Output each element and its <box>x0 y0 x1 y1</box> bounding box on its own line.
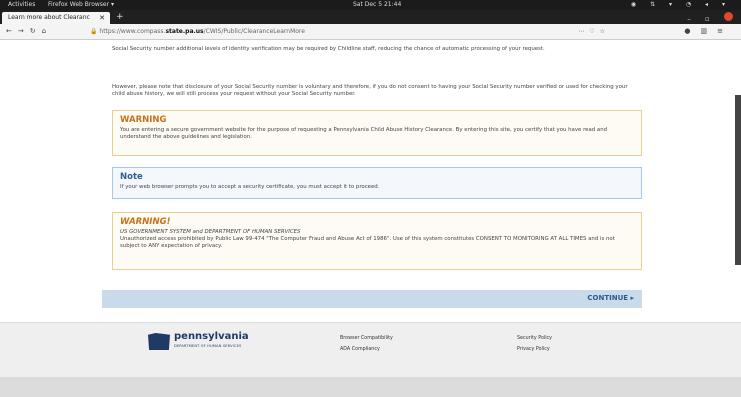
page-footer: pennsylvania DEPARTMENT OF HUMAN SERVICE… <box>0 322 741 377</box>
government-warning-title: WARNING! <box>120 217 171 227</box>
continue-bar: CONTINUE ▸ <box>102 290 642 308</box>
ssn-voluntary-paragraph: However, please note that disclosure of … <box>112 84 628 97</box>
logo-subtitle: DEPARTMENT OF HUMAN SERVICES <box>174 344 242 348</box>
minimize-icon[interactable]: – <box>687 15 697 23</box>
close-tab-icon[interactable]: ✕ <box>99 12 105 24</box>
new-tab-icon[interactable]: + <box>116 11 124 23</box>
window-controls: – ▫ <box>687 12 733 23</box>
forward-icon[interactable]: → <box>18 27 30 35</box>
system-clock[interactable]: Sat Dec 5 21:44 <box>353 0 401 10</box>
privacy-policy-link[interactable]: Privacy Policy <box>517 347 550 352</box>
tab-bar: Learn more about Clearanc ✕ + – ▫ <box>0 10 741 24</box>
url-prefix: https://www.compass. <box>99 28 166 35</box>
bookmark-star-icon[interactable]: ☆ <box>600 28 610 35</box>
account-icon[interactable]: ● <box>684 27 700 35</box>
activities-button[interactable]: Activities <box>8 0 35 10</box>
browser-tab[interactable]: Learn more about Clearanc ✕ <box>2 12 110 24</box>
url-domain: state.pa.us <box>165 28 204 35</box>
pocket-icon[interactable]: ♡ <box>589 28 599 35</box>
app-menu[interactable]: Firefox Web Browser ▾ <box>48 0 114 10</box>
note-text: If your web browser prompts you to accep… <box>120 184 380 190</box>
page-bottom-strip <box>0 377 741 397</box>
nav-buttons: ←→↻⌂ <box>6 27 52 35</box>
maximize-icon[interactable]: ▫ <box>705 15 716 23</box>
ssn-paragraph: Social Security number additional levels… <box>112 46 545 52</box>
url-bar[interactable]: 🔒 https://www.compass.state.pa.us/CWIS/P… <box>90 26 610 38</box>
menu-icon[interactable]: ≡ <box>717 27 733 35</box>
system-top-bar: Activities Firefox Web Browser ▾ Sat Dec… <box>0 0 741 10</box>
back-icon[interactable]: ← <box>6 27 18 35</box>
window-close-icon[interactable] <box>724 12 733 21</box>
system-tray[interactable]: ◉ ⇅ ▾ ◔ ◂ ▾ <box>631 0 731 10</box>
url-path: /CWIS/Public/ClearanceLearnMore <box>203 28 305 35</box>
ada-compliancy-link[interactable]: ADA Compliancy <box>340 347 380 352</box>
government-warning-text: Unauthorized access prohibited by Public… <box>120 236 615 249</box>
lock-icon: 🔒 <box>90 28 98 35</box>
note-box: Note If your web browser prompts you to … <box>112 167 642 199</box>
note-title: Note <box>120 172 143 182</box>
logo-text: pennsylvania <box>174 331 249 342</box>
page-actions-icon[interactable]: ⋯ <box>578 28 589 35</box>
security-policy-link[interactable]: Security Policy <box>517 336 552 341</box>
browser-compatibility-link[interactable]: Browser Compatibility <box>340 336 393 341</box>
reload-icon[interactable]: ↻ <box>30 27 42 35</box>
government-warning-subtitle: US GOVERNMENT SYSTEM and DEPARTMENT OF H… <box>120 229 301 235</box>
tab-title: Learn more about Clearanc <box>8 14 90 21</box>
warning-title: WARNING <box>120 115 167 125</box>
library-icon[interactable]: ▥ <box>701 27 718 35</box>
page-viewport: Social Security number additional levels… <box>0 40 741 397</box>
government-warning-box: WARNING! US GOVERNMENT SYSTEM and DEPART… <box>112 212 642 270</box>
warning-text: You are entering a secure government web… <box>120 127 608 140</box>
navigation-bar: ←→↻⌂ 🔒 https://www.compass.state.pa.us/C… <box>0 24 741 40</box>
warning-box: WARNING You are entering a secure govern… <box>112 110 642 156</box>
scrollbar[interactable] <box>735 95 741 265</box>
url-actions: ⋯♡☆ <box>578 26 610 38</box>
home-icon[interactable]: ⌂ <box>42 27 52 35</box>
keystone-logo-icon <box>148 333 170 350</box>
continue-button[interactable]: CONTINUE ▸ <box>587 294 634 302</box>
toolbar-right: ●▥≡ <box>684 27 733 35</box>
